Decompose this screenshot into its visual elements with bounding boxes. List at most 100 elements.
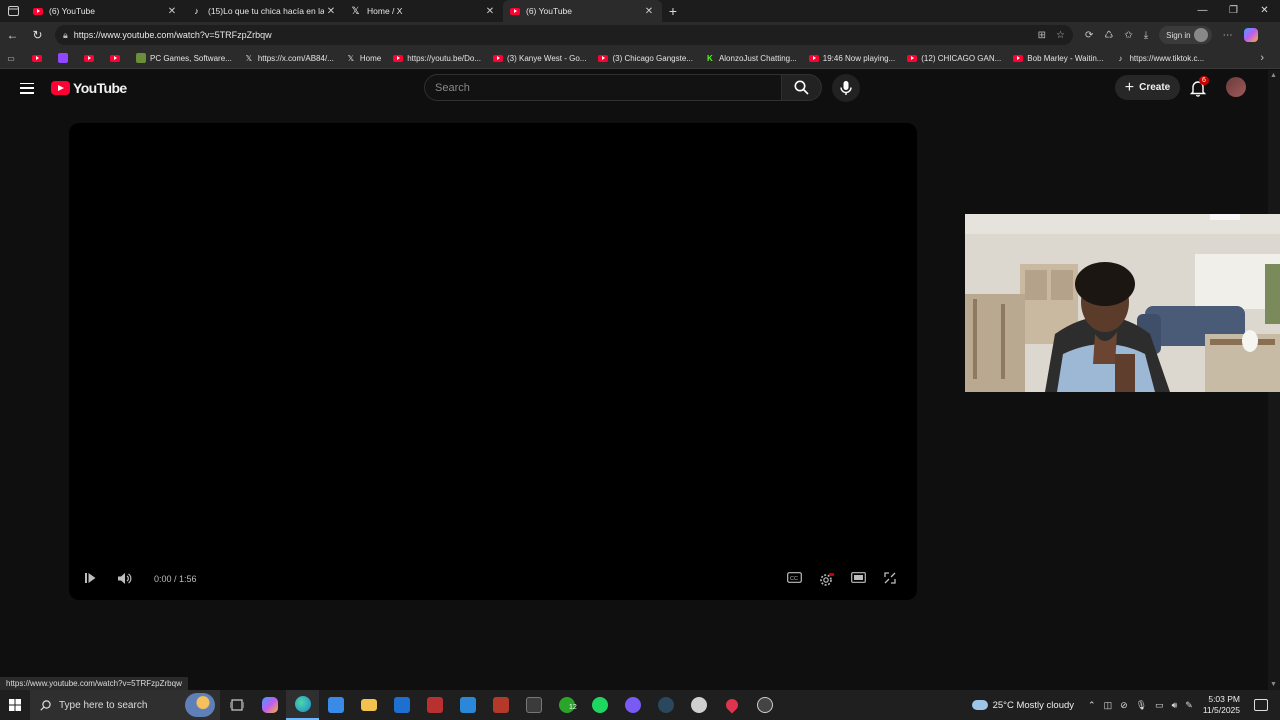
- lock-icon[interactable]: 🔒︎: [63, 30, 68, 41]
- minimize-icon[interactable]: —: [1187, 0, 1218, 22]
- microphone-icon[interactable]: 🎙︎: [1136, 700, 1147, 711]
- bookmarks-icon: ▭: [7, 53, 15, 63]
- start-button[interactable]: [0, 699, 30, 711]
- extensions-icon[interactable]: ⟳: [1085, 30, 1093, 41]
- xbox-icon[interactable]: 12: [550, 690, 583, 720]
- search-button[interactable]: [781, 74, 822, 101]
- copilot-icon[interactable]: [253, 690, 286, 720]
- search-input[interactable]: Search: [424, 74, 782, 101]
- fullscreen-icon[interactable]: [884, 572, 896, 587]
- bookmark-item[interactable]: (3) Chicago Gangste...: [598, 53, 693, 63]
- notification-center-icon[interactable]: [1254, 699, 1268, 711]
- maps-pin-icon[interactable]: [715, 690, 748, 720]
- window-controls: — ❐ ✕: [1187, 0, 1280, 22]
- settings-gear-icon[interactable]: [819, 572, 834, 590]
- play-icon[interactable]: [84, 572, 96, 587]
- browser-tab[interactable]: ♪ (15)Lo que tu chica hacía en las fi ✕: [185, 0, 344, 22]
- search-highlight-icon: [185, 693, 215, 717]
- app-shield-icon[interactable]: [682, 690, 715, 720]
- weather-widget[interactable]: 25°C Mostly cloudy: [971, 700, 1074, 711]
- speaker-icon[interactable]: 🔊︎: [1172, 700, 1178, 711]
- app-available-icon[interactable]: ⊞: [1038, 30, 1046, 41]
- browser-tab-active[interactable]: (6) YouTube ✕: [503, 0, 662, 22]
- close-tab-icon[interactable]: ✕: [483, 6, 497, 17]
- windows-logo-icon: [9, 699, 21, 711]
- tab-actions-icon[interactable]: [0, 0, 26, 22]
- mega-icon[interactable]: [484, 690, 517, 720]
- player-controls: 0:00 / 1:56 CC: [69, 560, 917, 600]
- bookmark-item[interactable]: Bob Marley - Waitin...: [1013, 53, 1103, 63]
- notifications-button[interactable]: 6: [1189, 76, 1209, 97]
- refresh-icon[interactable]: ↻: [25, 28, 50, 42]
- bookmark-item[interactable]: (12) CHICAGO GAN...: [907, 53, 1001, 63]
- browser-essentials-icon[interactable]: ♺: [1104, 30, 1113, 41]
- more-options-icon[interactable]: ⋯: [1223, 30, 1233, 41]
- browser-tab[interactable]: (6) YouTube ✕: [26, 0, 185, 22]
- discord-icon[interactable]: [616, 690, 649, 720]
- game-app-icon[interactable]: [418, 690, 451, 720]
- restore-icon[interactable]: ❐: [1218, 0, 1249, 22]
- bookmark-item[interactable]: 𝕏 Home: [346, 53, 382, 63]
- more-bookmarks-chevron-icon[interactable]: ›: [1260, 52, 1264, 64]
- video-player[interactable]: 0:00 / 1:56 CC: [69, 123, 917, 600]
- account-avatar[interactable]: [1226, 77, 1246, 97]
- profile-avatar-icon: [1193, 28, 1208, 42]
- steam-icon[interactable]: [649, 690, 682, 720]
- spotify-icon[interactable]: [583, 690, 616, 720]
- volume-icon[interactable]: [117, 572, 132, 588]
- edge-icon[interactable]: [286, 690, 319, 720]
- pen-icon[interactable]: ✎: [1185, 700, 1193, 711]
- taskbar-clock[interactable]: 5:03 PM 11/5/2025: [1203, 694, 1240, 716]
- bookmarks-bar: ▭ PC Games, Software... 𝕏https://x.com/A…: [0, 48, 1280, 69]
- close-tab-icon[interactable]: ✕: [165, 6, 179, 17]
- back-icon[interactable]: ←: [0, 28, 25, 42]
- file-explorer-icon[interactable]: [352, 690, 385, 720]
- sign-in-button[interactable]: Sign in: [1159, 26, 1212, 44]
- voice-search-button[interactable]: [832, 74, 860, 102]
- bookmark-item[interactable]: [84, 53, 98, 63]
- bookmark-item[interactable]: [110, 53, 124, 63]
- downloads-icon[interactable]: ⤓: [1144, 30, 1148, 41]
- youtube-icon: [598, 53, 609, 63]
- taskbar-search-input[interactable]: Type here to search: [30, 690, 220, 720]
- new-tab-button[interactable]: +: [662, 3, 684, 19]
- outlook-icon[interactable]: [385, 690, 418, 720]
- bookmark-item[interactable]: ♪ https://www.tiktok.c...: [1115, 53, 1204, 63]
- bookmark-item[interactable]: (3) Kanye West - Go...: [493, 53, 586, 63]
- bookmark-item[interactable]: 𝕏https://x.com/AB84/...: [244, 53, 334, 63]
- network-icon[interactable]: ▭: [1155, 700, 1164, 711]
- close-tab-icon[interactable]: ✕: [642, 6, 656, 17]
- bookmark-item[interactable]: K AlonzoJust Chatting...: [705, 53, 797, 63]
- close-tab-icon[interactable]: ✕: [324, 6, 338, 17]
- bookmark-item[interactable]: https://youtu.be/Do...: [393, 53, 481, 63]
- task-view-icon[interactable]: [220, 690, 253, 720]
- browser-tab-bar: (6) YouTube ✕ ♪ (15)Lo que tu chica hací…: [0, 0, 1280, 22]
- scroll-up-icon[interactable]: ▲: [1270, 72, 1277, 79]
- favorite-star-icon[interactable]: ☆: [1056, 30, 1065, 41]
- menu-icon[interactable]: [20, 82, 34, 94]
- bookmark-item[interactable]: 19:46 Now playing...: [808, 53, 895, 63]
- meet-now-icon[interactable]: ◫: [1104, 700, 1113, 711]
- create-button[interactable]: + Create: [1115, 75, 1180, 100]
- copilot-icon[interactable]: [1243, 28, 1258, 42]
- bookmark-item[interactable]: PC Games, Software...: [136, 53, 232, 63]
- address-bar[interactable]: 🔒︎ https://www.youtube.com/watch?v=5TRFz…: [55, 25, 1073, 45]
- subtitles-icon[interactable]: CC: [787, 572, 802, 586]
- app-portrait-icon[interactable]: [517, 690, 550, 720]
- close-window-icon[interactable]: ✕: [1249, 0, 1280, 22]
- theater-mode-icon[interactable]: [851, 572, 866, 586]
- scroll-down-icon[interactable]: ▼: [1270, 681, 1277, 688]
- network-off-icon[interactable]: ⊘: [1120, 700, 1128, 711]
- vs-code-icon[interactable]: [451, 690, 484, 720]
- games-icon: [136, 53, 146, 63]
- bookmark-item[interactable]: [58, 53, 72, 63]
- bookmark-item[interactable]: ▭: [6, 53, 20, 63]
- store-icon[interactable]: [319, 690, 352, 720]
- bookmark-item[interactable]: [32, 53, 46, 63]
- favorites-icon[interactable]: ✩: [1124, 30, 1132, 41]
- obs-icon[interactable]: [748, 690, 781, 720]
- browser-tab[interactable]: 𝕏 Home / X ✕: [344, 0, 503, 22]
- url-text: https://www.youtube.com/watch?v=5TRFzpZr…: [73, 30, 272, 40]
- youtube-logo[interactable]: YouTube: [51, 80, 127, 96]
- show-hidden-icons-chevron-icon[interactable]: ⌃: [1088, 700, 1096, 711]
